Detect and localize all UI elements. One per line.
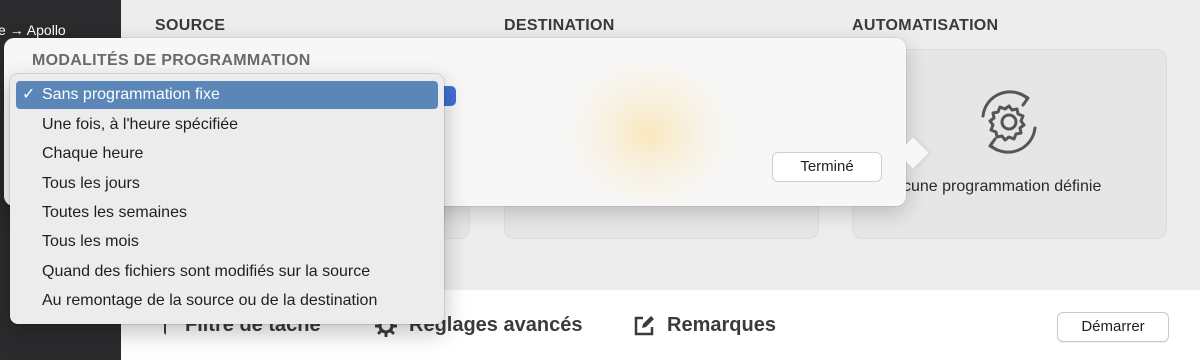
checkmark-icon: ✓ [22,86,36,103]
notes-label: Remarques [667,314,776,336]
automation-header: AUTOMATISATION [852,17,999,34]
menu-item-label: Tous les jours [42,175,140,192]
menu-item-daily[interactable]: Tous les jours [16,170,438,198]
destination-header: DESTINATION [504,17,615,34]
menu-item-label: Sans programmation fixe [42,86,220,103]
sidebar-item-task[interactable]: e → Apollo [0,20,121,40]
menu-item-label: Au remontage de la source ou de la desti… [42,292,378,309]
menu-item-on-source-change[interactable]: Quand des fichiers sont modifiés sur la … [16,258,438,286]
notes-button[interactable]: Remarques [633,314,776,337]
popover-title: MODALITÉS DE PROGRAMMATION [32,52,311,69]
menu-item-weekly[interactable]: Toutes les semaines [16,199,438,227]
source-header: SOURCE [155,17,226,34]
background-glow [564,58,734,208]
gear-cycle-icon [981,90,1037,154]
automation-status-text: cune programmation définie [903,178,1102,195]
menu-item-label: Tous les mois [42,233,139,250]
menu-item-on-remount[interactable]: Au remontage de la source ou de la desti… [16,287,438,315]
menu-item-once[interactable]: Une fois, à l'heure spécifiée [16,111,438,139]
menu-item-label: Chaque heure [42,145,144,162]
done-button[interactable]: Terminé [772,152,882,182]
menu-item-label: Une fois, à l'heure spécifiée [42,116,239,133]
menu-item-label: Quand des fichiers sont modifiés sur la … [42,263,371,280]
menu-item-no-schedule[interactable]: ✓ Sans programmation fixe [16,81,438,109]
menu-item-label: Toutes les semaines [42,204,187,221]
menu-item-monthly[interactable]: Tous les mois [16,228,438,256]
edit-icon [634,315,654,335]
start-button[interactable]: Démarrer [1057,312,1169,342]
schedule-dropdown-menu: ✓ Sans programmation fixe Une fois, à l'… [10,74,444,324]
menu-item-hourly[interactable]: Chaque heure [16,140,438,168]
